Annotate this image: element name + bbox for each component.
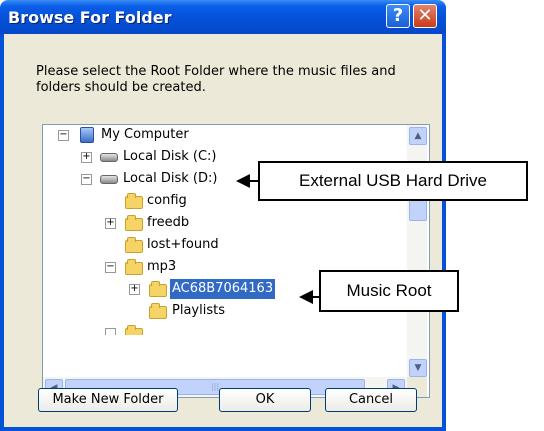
tree-item-partial[interactable] — [43, 323, 403, 335]
tree-item-label: freedb — [147, 215, 190, 230]
folder-icon — [125, 193, 143, 209]
folder-icon — [125, 325, 143, 335]
make-new-folder-button[interactable]: Make New Folder — [38, 388, 178, 412]
tree-item-freedb[interactable]: + freedb — [43, 213, 403, 233]
callout-music-root: Music Root — [319, 270, 459, 312]
expand-icon[interactable]: + — [81, 152, 92, 163]
dialog-title: Browse For Folder — [8, 8, 172, 27]
instruction-text: Please select the Root Folder where the … — [36, 64, 396, 95]
tree-item-label: config — [147, 193, 187, 208]
cancel-button[interactable]: Cancel — [325, 388, 417, 412]
scroll-up-icon[interactable]: ▲ — [409, 127, 427, 145]
dialog-body: Please select the Root Folder where the … — [4, 34, 442, 427]
collapse-icon[interactable]: − — [105, 262, 116, 273]
tree-item-label: My Computer — [101, 127, 189, 142]
tree-item-label: Local Disk (D:) — [123, 171, 218, 186]
disk-icon — [100, 175, 118, 184]
expand-icon[interactable]: + — [129, 284, 140, 295]
close-button[interactable]: ✕ — [413, 4, 437, 28]
ok-button[interactable]: OK — [219, 388, 311, 412]
browse-for-folder-dialog: Browse For Folder ? ✕ Please select the … — [0, 0, 446, 431]
tree-item-label: lost+found — [147, 237, 219, 252]
tree-item-label: mp3 — [147, 259, 177, 274]
folder-icon — [149, 281, 167, 297]
tree-item-my-computer[interactable]: − My Computer — [43, 125, 403, 145]
disk-icon — [100, 153, 118, 162]
collapse-icon[interactable]: − — [58, 130, 69, 141]
callout-external-usb: External USB Hard Drive — [258, 161, 528, 201]
window-frame: Please select the Root Folder where the … — [0, 34, 446, 431]
computer-icon — [80, 127, 94, 143]
tree-item-lost-found[interactable]: lost+found — [43, 235, 403, 255]
collapse-icon[interactable]: − — [81, 174, 92, 185]
folder-icon — [149, 303, 167, 319]
folder-icon — [125, 215, 143, 231]
folder-icon — [125, 237, 143, 253]
tree-item-label-selected: AC68B7064163 — [170, 279, 276, 299]
scroll-down-icon[interactable]: ▼ — [409, 359, 427, 377]
title-bar[interactable]: Browse For Folder ? ✕ — [0, 0, 446, 34]
expand-icon[interactable]: + — [105, 218, 116, 229]
expand-icon[interactable] — [105, 328, 116, 335]
tree-item-label: Local Disk (C:) — [123, 149, 217, 164]
help-button[interactable]: ? — [386, 4, 410, 28]
folder-icon — [125, 259, 143, 275]
tree-item-label: Playlists — [172, 303, 225, 318]
